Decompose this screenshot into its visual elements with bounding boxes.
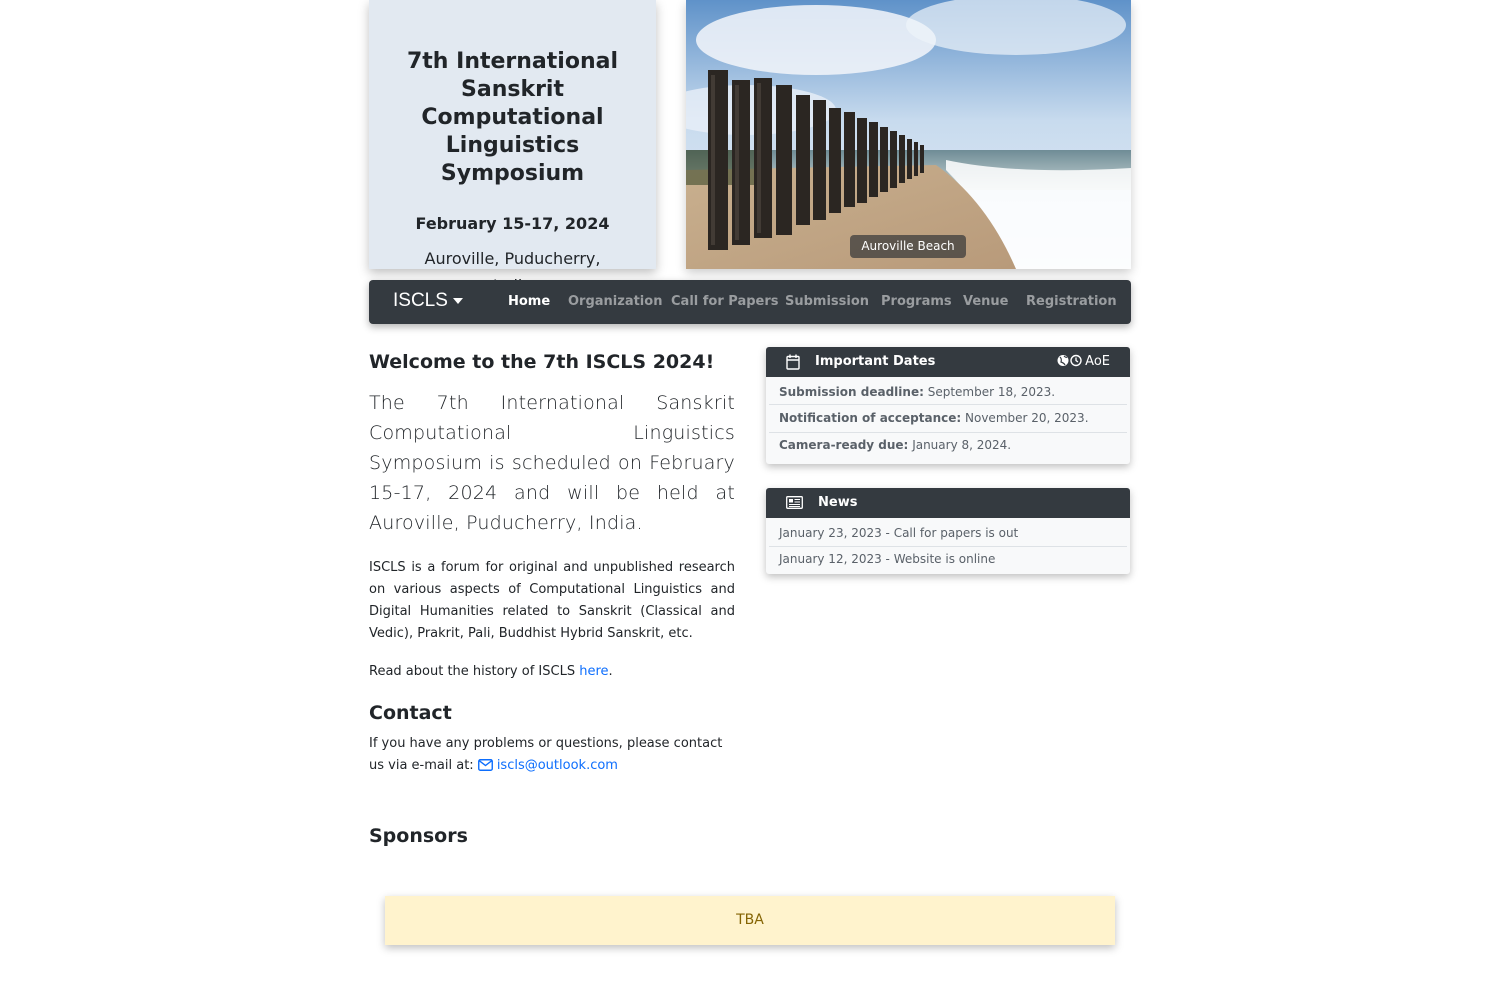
history-suffix: . (608, 664, 613, 679)
contact-email: iscls@outlook.com (496, 758, 618, 773)
main-navbar: ISCLS Home Organization Call for Papers … (369, 280, 1131, 324)
hero-caption: Auroville Beach (850, 235, 966, 258)
news-header: News (766, 488, 1130, 518)
history-link[interactable]: here (579, 664, 608, 679)
hero-image: Auroville Beach (686, 0, 1131, 269)
intro-lead: The 7th International Sanskrit Computati… (369, 392, 735, 534)
caret-down-icon[interactable] (453, 298, 463, 304)
date-label: Notification of acceptance: (779, 411, 962, 425)
news-title: News (818, 495, 858, 510)
important-dates-card: Important Dates AoE Submission deadline:… (766, 347, 1130, 464)
contact-heading: Contact (369, 702, 452, 724)
history-text: Read about the history of ISCLS (369, 664, 580, 679)
date-row: Submission deadline: September 18, 2023. (769, 377, 1127, 405)
beach-photo (686, 0, 1131, 269)
date-label: Submission deadline: (779, 385, 924, 399)
timezone-label: AoE (1085, 354, 1110, 369)
globe-clock-icon (1057, 354, 1082, 367)
calendar-icon (786, 354, 800, 370)
nav-programs[interactable]: Programs (881, 280, 952, 324)
news-item: January 12, 2023 - Website is online (779, 552, 996, 566)
date-value: January 8, 2024. (912, 438, 1012, 452)
nav-submission[interactable]: Submission (785, 280, 869, 324)
conference-title-card: 7th International Sanskrit Computational… (369, 0, 656, 295)
nav-organization[interactable]: Organization (568, 280, 662, 324)
timezone-indicator: AoE (1057, 347, 1110, 377)
description-paragraph: ISCLS is a forum for original and unpubl… (369, 560, 735, 641)
date-value: September 18, 2023. (927, 385, 1056, 399)
date-value: November 20, 2023. (965, 411, 1089, 425)
date-label: Camera-ready due: (779, 438, 909, 452)
news-item: January 23, 2023 - Call for papers is ou… (769, 518, 1127, 547)
important-dates-header: Important Dates AoE (766, 347, 1130, 377)
contact-paragraph: If you have any problems or questions, p… (369, 733, 735, 777)
brand-dropdown[interactable]: ISCLS (393, 280, 448, 324)
contact-email-link[interactable]: iscls@outlook.com (477, 758, 618, 773)
nav-call-for-papers[interactable]: Call for Papers (671, 280, 779, 324)
conference-title: 7th International Sanskrit Computational… (406, 49, 618, 186)
conference-dates: February 15-17, 2024 (415, 214, 610, 233)
newspaper-icon (786, 496, 803, 509)
sponsors-heading: Sponsors (369, 825, 468, 847)
nav-registration[interactable]: Registration (1026, 280, 1117, 324)
news-card: News January 23, 2023 - Call for papers … (766, 488, 1130, 574)
date-row: Notification of acceptance: November 20,… (769, 405, 1127, 433)
nav-venue[interactable]: Venue (963, 280, 1009, 324)
date-row: Camera-ready due: January 8, 2024. (769, 433, 1127, 464)
sponsors-tba-alert: TBA (385, 896, 1115, 945)
main-content: Welcome to the 7th ISCLS 2024! The 7th I… (369, 348, 735, 777)
history-paragraph: Read about the history of ISCLS here. (369, 661, 735, 683)
welcome-heading: Welcome to the 7th ISCLS 2024! (369, 351, 715, 373)
nav-home[interactable]: Home (508, 280, 550, 324)
important-dates-title: Important Dates (815, 354, 936, 369)
envelope-icon (477, 759, 493, 771)
